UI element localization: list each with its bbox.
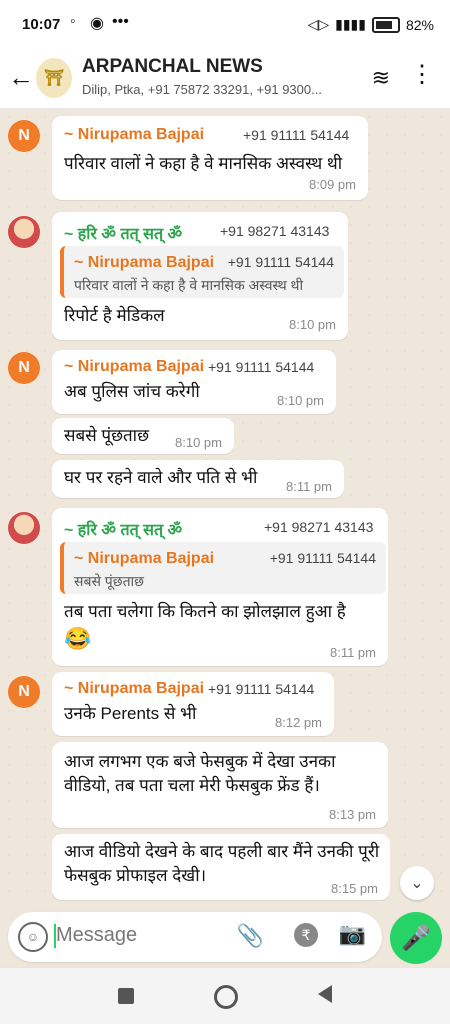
system-nav-bar — [0, 967, 450, 1024]
message-bubble[interactable]: ~ हरि ॐ तत् सत् ॐ +91 98271 43143 ~ Niru… — [52, 212, 348, 340]
message-phone: +91 98271 43143 — [264, 519, 374, 535]
message-phone: +91 91111 54144 — [208, 359, 315, 375]
message-phone: +91 91111 54144 — [243, 127, 350, 143]
quoted-phone: +91 91111 54144 — [227, 254, 334, 270]
avatar-n[interactable]: N — [8, 120, 40, 152]
battery-text: 82% — [405, 16, 434, 33]
avatar-n[interactable]: N — [8, 676, 40, 708]
message-time: 8:12 pm — [275, 715, 322, 730]
message-sender: ~ हरि ॐ तत् सत् ॐ — [64, 226, 183, 243]
signal-icon: ▮▮▮▮ — [335, 16, 366, 32]
quoted-text: परिवार वालों ने कहा है वे मानसिक अस्वस्थ… — [74, 277, 304, 293]
status-icon: ◉ — [90, 15, 104, 32]
back-nav-icon[interactable] — [318, 985, 332, 1003]
quoted-text: सबसे पूंछताछ — [74, 573, 144, 589]
message-bubble[interactable]: आज लगभग एक बजे फेसबुक में देखा उनका वीडि… — [52, 742, 388, 828]
status-time: 10:07 — [22, 16, 61, 33]
more-vert-icon[interactable]: ⋮ — [410, 60, 434, 89]
message-time: 8:09 pm — [309, 177, 356, 192]
message-phone: +91 98271 43143 — [220, 223, 330, 239]
quoted-message[interactable]: ~ Nirupama Bajpai +91 91111 54144 परिवार… — [60, 246, 344, 298]
chat-area: N ~ Nirupama Bajpai +91 91111 54144 परिव… — [0, 108, 450, 908]
quoted-message[interactable]: ~ Nirupama Bajpai +91 91111 54144 सबसे प… — [60, 542, 386, 594]
rupee-icon[interactable]: ₹ — [294, 923, 318, 947]
vibrate-icon: ◁▷ — [307, 16, 330, 32]
mic-icon[interactable]: 🎤 — [390, 912, 442, 964]
message-composer[interactable]: ☺ Message 📎 ₹ 📷 — [8, 912, 382, 962]
message-text: घर पर रहने वाले और पति से भी — [64, 468, 258, 487]
status-bar: 10:07 ◦ ◉ ••• ◁▷ ▮▮▮▮ 82% — [0, 0, 450, 48]
message-text: उनके Perents से भी — [64, 704, 197, 723]
message-time: 8:15 pm — [331, 881, 378, 896]
laughing-emoji-icon: 😂 — [64, 626, 92, 651]
message-bubble[interactable]: आज वीडियो देखने के बाद पहली बार मैंने उन… — [52, 834, 390, 900]
camera-icon[interactable]: 📷 — [339, 921, 366, 947]
scroll-down-icon[interactable]: ⌄ — [400, 866, 434, 900]
quoted-phone: +91 91111 54144 — [269, 550, 376, 566]
message-input[interactable]: Message — [56, 924, 137, 947]
audio-wave-icon[interactable]: ≋ — [372, 65, 390, 91]
message-bubble[interactable]: ~ Nirupama Bajpai +91 91111 54144 अब पुल… — [52, 350, 336, 414]
avatar-n[interactable]: N — [8, 352, 40, 384]
message-bubble[interactable]: सबसे पूंछताछ 8:10 pm — [52, 418, 234, 454]
message-bubble[interactable]: ~ Nirupama Bajpai +91 91111 54144 परिवार… — [52, 116, 368, 200]
home-icon[interactable] — [214, 985, 238, 1009]
recents-icon[interactable] — [118, 988, 134, 1004]
avatar-hari[interactable] — [8, 216, 40, 248]
back-arrow-icon[interactable]: ← — [8, 62, 34, 93]
message-sender: ~ Nirupama Bajpai — [64, 358, 205, 375]
message-bubble[interactable]: ~ हरि ॐ तत् सत् ॐ +91 98271 43143 ~ Niru… — [52, 508, 388, 666]
message-sender: ~ Nirupama Bajpai — [64, 680, 205, 697]
emoji-icon[interactable]: ☺ — [18, 922, 48, 952]
paperclip-icon[interactable]: 📎 — [237, 923, 264, 949]
message-phone: +91 91111 54144 — [208, 681, 315, 697]
message-sender: ~ Nirupama Bajpai — [64, 126, 205, 143]
message-bubble[interactable]: घर पर रहने वाले और पति से भी 8:11 pm — [52, 460, 344, 498]
message-time: 8:10 pm — [277, 393, 324, 408]
quoted-sender: ~ Nirupama Bajpai — [74, 550, 215, 567]
status-right: ◁▷ ▮▮▮▮ 82% — [308, 16, 434, 33]
message-text: सबसे पूंछताछ — [64, 426, 149, 445]
group-title[interactable]: ARPANCHAL NEWS — [82, 56, 263, 78]
status-icon: ◦ — [70, 13, 76, 30]
message-sender: ~ हरि ॐ तत् सत् ॐ — [64, 522, 183, 539]
message-text: परिवार वालों ने कहा है वे मानसिक अस्वस्थ… — [64, 154, 343, 173]
group-subtitle[interactable]: Dilip, Ptka, +91 75872 33291, +91 9300..… — [82, 82, 347, 97]
message-text: आज लगभग एक बजे फेसबुक में देखा उनका वीडि… — [64, 752, 336, 795]
quoted-sender: ~ Nirupama Bajpai — [74, 254, 215, 271]
message-time: 8:11 pm — [285, 479, 332, 494]
status-icon: ••• — [112, 13, 129, 30]
battery-icon — [371, 16, 400, 33]
message-bubble[interactable]: ~ Nirupama Bajpai +91 91111 54144 उनके P… — [52, 672, 334, 736]
group-avatar[interactable]: ⛩ — [36, 58, 72, 98]
message-time: 8:10 pm — [289, 317, 336, 332]
avatar-hari[interactable] — [8, 512, 40, 544]
message-time: 8:10 pm — [175, 435, 222, 450]
message-text: अब पुलिस जांच करेगी — [64, 382, 200, 401]
message-text: तब पता चलेगा कि कितने का झोलझाल हुआ है — [64, 602, 346, 621]
chat-header: ← ⛩ ARPANCHAL NEWS Dilip, Ptka, +91 7587… — [0, 48, 450, 109]
message-text: रिपोर्ट है मेडिकल — [64, 306, 165, 325]
message-time: 8:11 pm — [329, 645, 376, 660]
message-time: 8:13 pm — [329, 807, 376, 822]
